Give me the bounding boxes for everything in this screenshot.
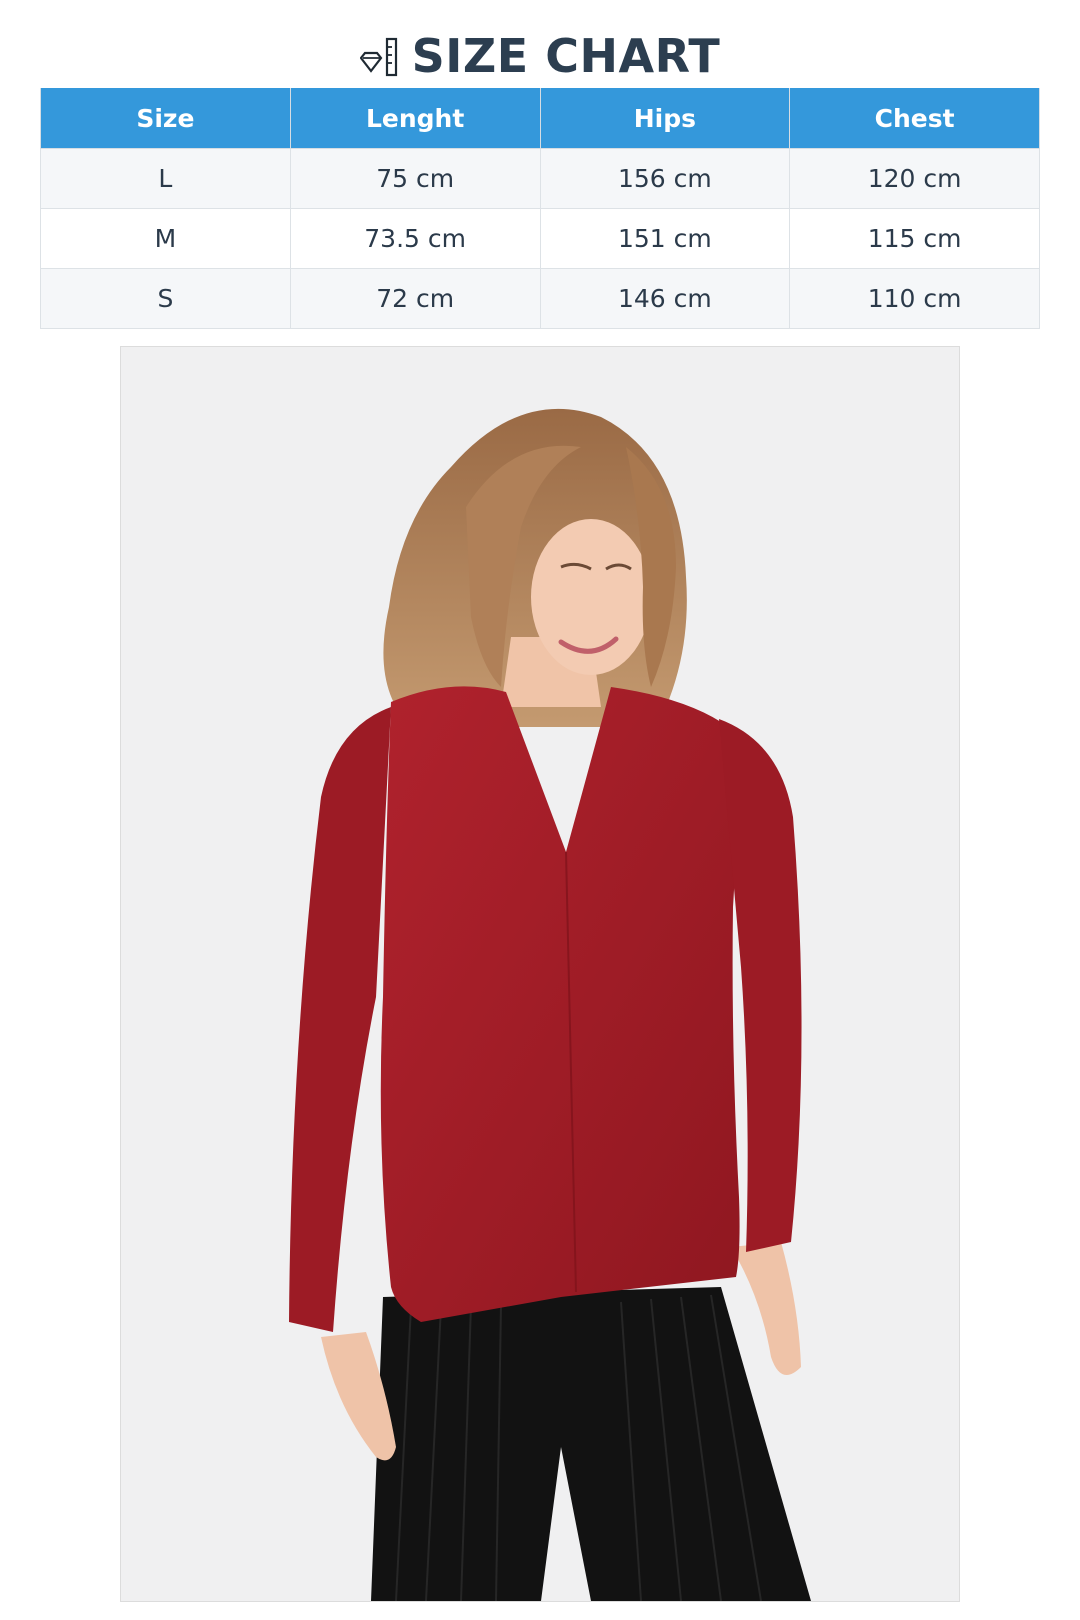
cell-size: M bbox=[40, 208, 291, 269]
product-photo bbox=[120, 346, 960, 1602]
ruler-diamond-icon bbox=[359, 37, 397, 77]
table-row: M 73.5 cm 151 cm 115 cm bbox=[40, 208, 1040, 269]
cell-size: S bbox=[40, 268, 291, 329]
column-header-size: Size bbox=[40, 88, 291, 149]
cell-hips: 156 cm bbox=[539, 148, 791, 209]
cell-chest: 115 cm bbox=[789, 208, 1040, 269]
cell-hips: 146 cm bbox=[539, 268, 791, 329]
cell-size: L bbox=[40, 148, 291, 209]
table-row: L 75 cm 156 cm 120 cm bbox=[40, 148, 1040, 209]
cell-chest: 110 cm bbox=[789, 268, 1040, 329]
cell-hips: 151 cm bbox=[539, 208, 791, 269]
column-header-hips: Hips bbox=[539, 88, 791, 149]
cell-length: 75 cm bbox=[289, 148, 541, 209]
size-table: Size Lenght Hips Chest L 75 cm 156 cm 12… bbox=[40, 88, 1040, 329]
column-header-length: Lenght bbox=[289, 88, 541, 149]
cell-length: 73.5 cm bbox=[289, 208, 541, 269]
column-header-chest: Chest bbox=[789, 88, 1040, 149]
cell-chest: 120 cm bbox=[789, 148, 1040, 209]
model-illustration bbox=[121, 347, 959, 1601]
size-chart-header: SIZE CHART bbox=[0, 26, 1080, 86]
table-row: S 72 cm 146 cm 110 cm bbox=[40, 268, 1040, 329]
page-title: SIZE CHART bbox=[411, 29, 721, 83]
table-header-row: Size Lenght Hips Chest bbox=[40, 88, 1040, 149]
cell-length: 72 cm bbox=[289, 268, 541, 329]
